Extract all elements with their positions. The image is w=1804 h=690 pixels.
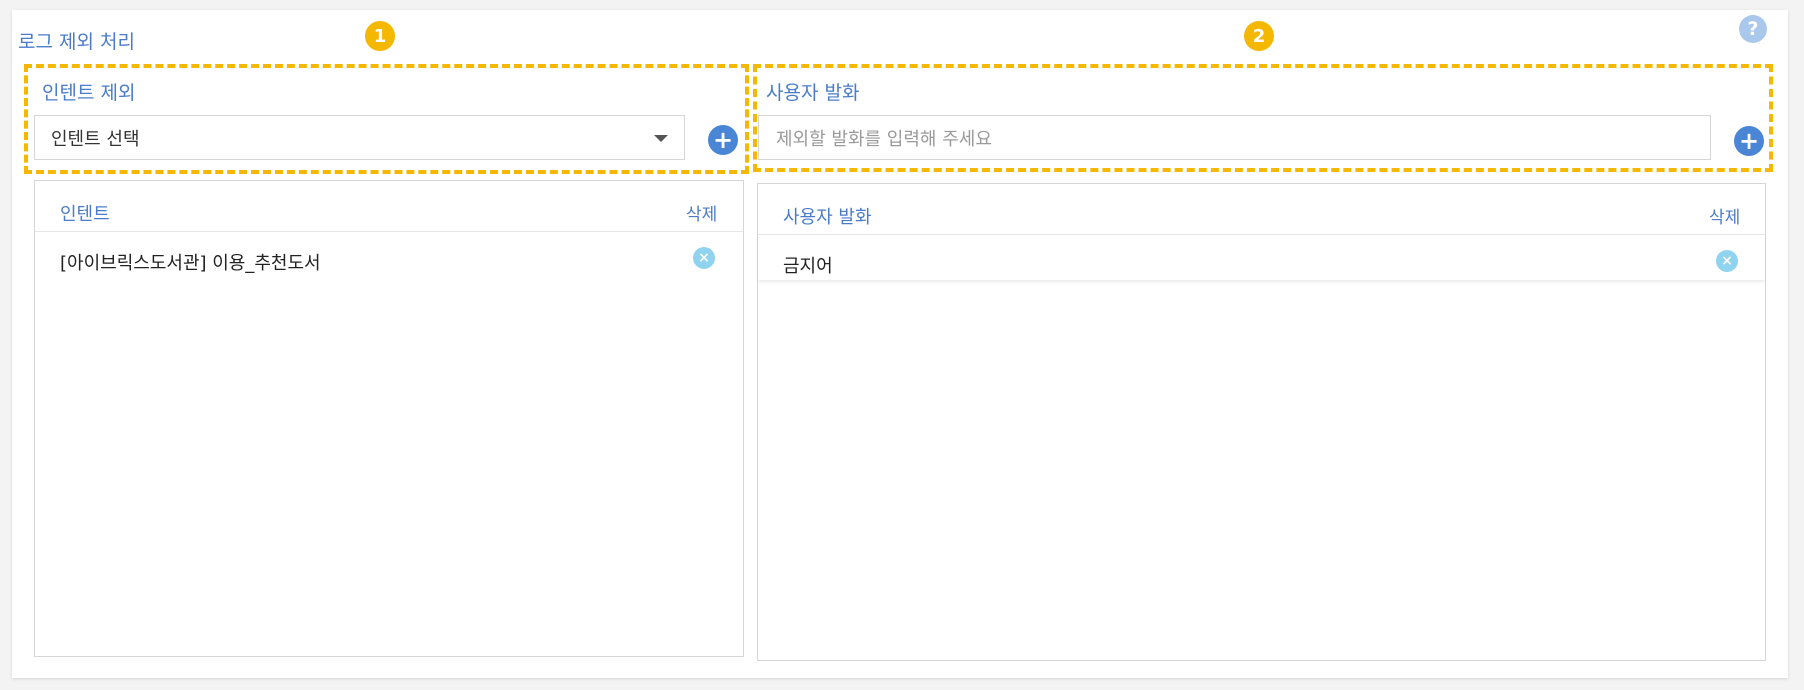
intent-row-name: [아이브릭스도서관] 이용_추천도서	[60, 253, 321, 274]
marker-badge-2: 2	[1244, 21, 1274, 51]
intent-select[interactable]: 인텐트 선택	[34, 115, 685, 160]
close-circle-icon: ×	[1721, 253, 1733, 269]
plus-icon: +	[1738, 127, 1760, 155]
intent-select-value: 인텐트 선택	[51, 128, 140, 150]
delete-utterance-button[interactable]: ×	[1716, 250, 1738, 272]
help-icon[interactable]: ?	[1739, 15, 1767, 43]
add-utterance-button[interactable]: +	[1734, 126, 1764, 156]
page-title: 로그 제외 처리	[18, 31, 135, 53]
utterance-row-text: 금지어	[783, 256, 833, 277]
chevron-down-icon	[654, 135, 668, 142]
intent-table: 인텐트 삭제 [아이브릭스도서관] 이용_추천도서 ×	[34, 180, 744, 657]
utterance-input-placeholder: 제외할 발화를 입력해 주세요	[776, 128, 992, 150]
intent-header-divider	[35, 231, 743, 232]
utterance-row	[758, 235, 1765, 280]
utterance-exclude-label: 사용자 발화	[766, 82, 860, 104]
utterance-delete-header: 삭제	[1709, 208, 1741, 228]
intent-delete-header: 삭제	[686, 205, 718, 225]
utterance-table: 사용자 발화 삭제 금지어 ×	[757, 183, 1766, 661]
intent-column-header: 인텐트	[60, 204, 110, 225]
plus-icon: +	[712, 126, 734, 154]
utterance-input[interactable]: 제외할 발화를 입력해 주세요	[758, 115, 1711, 160]
utterance-column-header: 사용자 발화	[783, 207, 872, 228]
marker-badge-1: 1	[365, 21, 395, 51]
close-circle-icon: ×	[698, 250, 710, 266]
delete-intent-button[interactable]: ×	[693, 247, 715, 269]
intent-exclude-label: 인텐트 제외	[42, 82, 136, 104]
add-intent-button[interactable]: +	[708, 125, 738, 155]
